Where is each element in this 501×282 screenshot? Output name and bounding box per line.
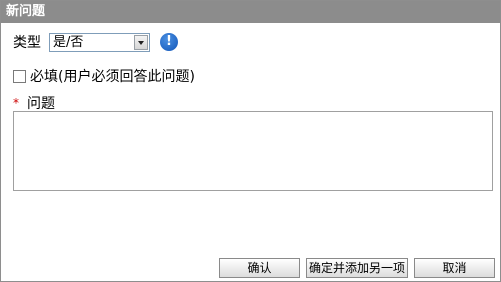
type-select-value: 是/否	[53, 34, 84, 50]
type-row: 类型 是/否 !	[13, 32, 178, 52]
confirm-and-add-button[interactable]: 确定并添加另一项	[306, 258, 408, 278]
dialog-title: 新问题	[1, 1, 500, 23]
chevron-down-icon[interactable]	[134, 34, 148, 50]
confirm-button[interactable]: 确认	[219, 258, 300, 278]
question-row: * 问题	[13, 93, 55, 113]
type-label: 类型	[13, 35, 41, 51]
question-label: 问题	[27, 96, 55, 112]
question-textarea[interactable]	[13, 111, 493, 191]
type-select[interactable]: 是/否	[49, 32, 150, 52]
required-label[interactable]: 必填(用户必须回答此问题)	[30, 66, 195, 86]
required-star: *	[13, 96, 19, 110]
new-question-dialog: 新问题 类型 是/否 ! 必填(用户必须回答此问题) * 问题 确认 确定并添加…	[0, 0, 501, 282]
info-icon[interactable]: !	[160, 33, 178, 51]
required-checkbox[interactable]	[13, 69, 26, 83]
cancel-button[interactable]: 取消	[414, 258, 495, 278]
required-row: 必填(用户必须回答此问题)	[13, 66, 195, 86]
